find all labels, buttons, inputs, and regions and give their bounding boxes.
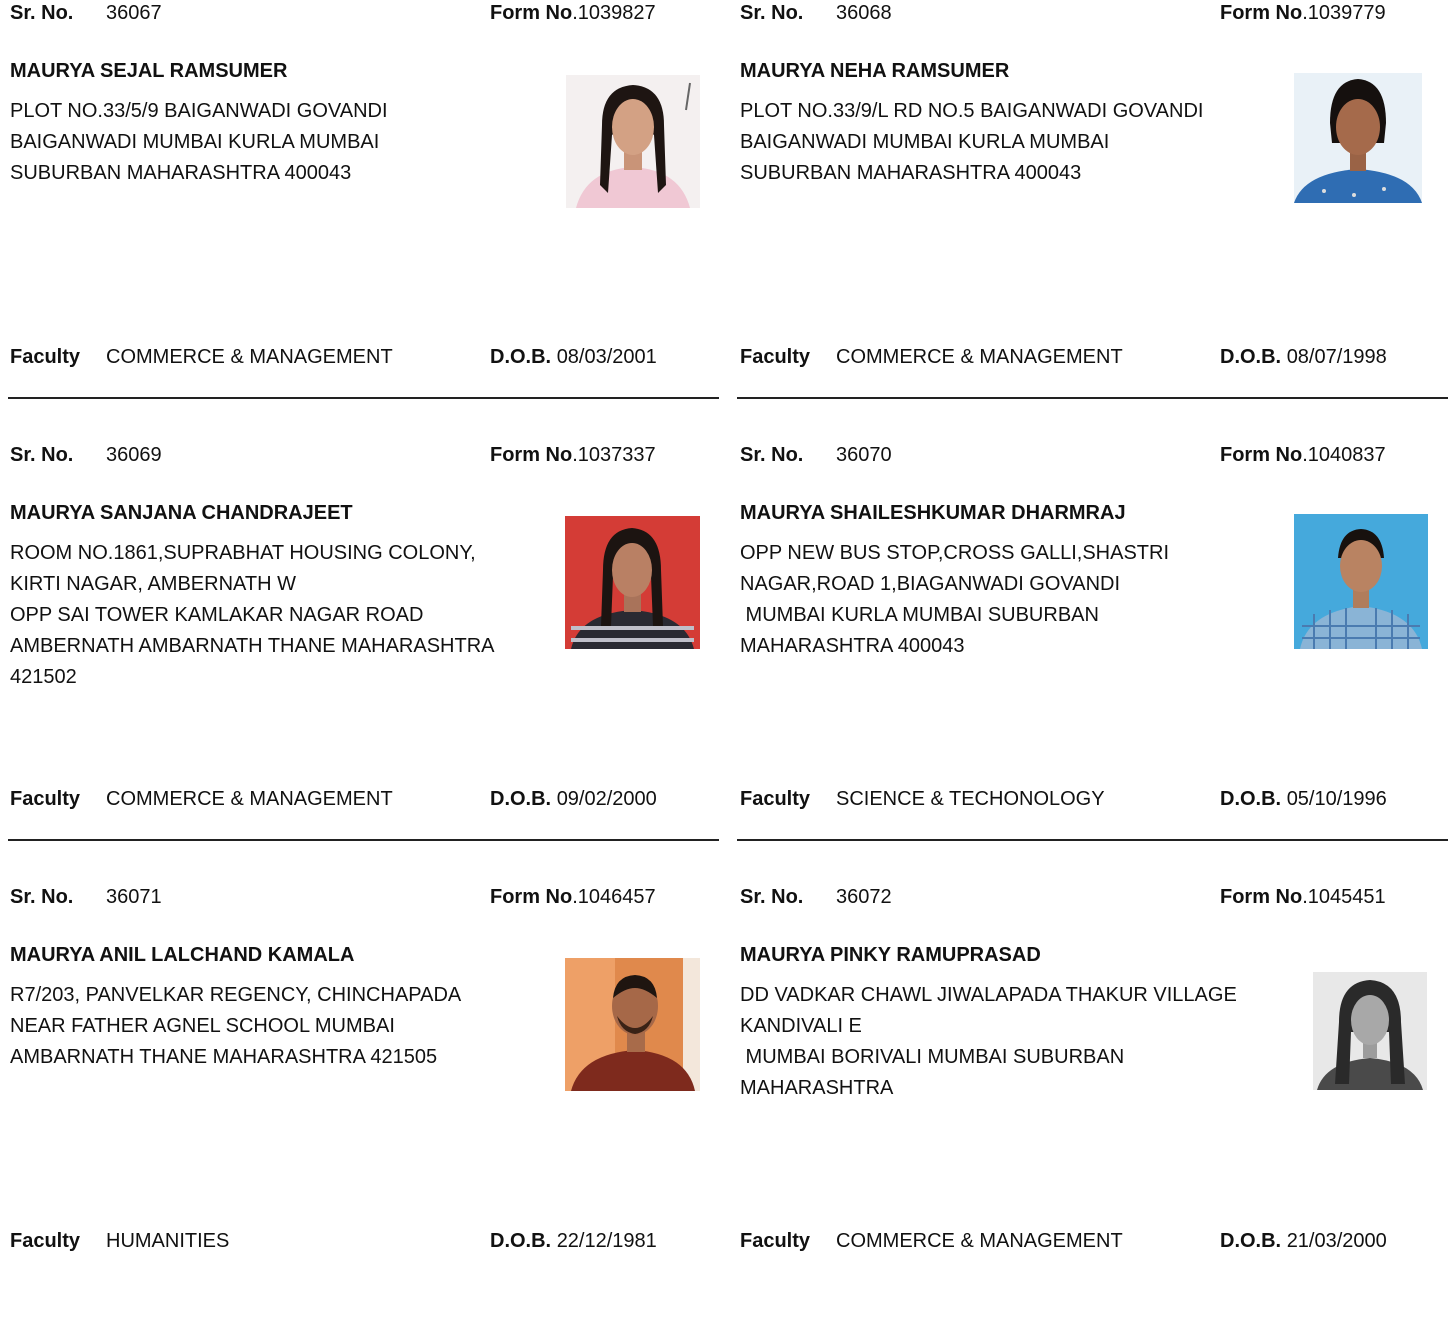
sr-no-label: Sr. No. — [10, 444, 74, 466]
address-line: PLOT NO.33/9/L RD NO.5 BAIGANWADI GOVAND… — [740, 100, 1204, 122]
dob-value: 22/12/1981 — [556, 1230, 657, 1252]
applicant-photo — [566, 75, 700, 208]
address-line: MAHARASHTRA — [740, 1077, 894, 1099]
address-line: SUBURBAN MAHARASHTRA 400043 — [740, 162, 1082, 184]
dob-value: 08/07/1998 — [1286, 346, 1387, 368]
applicant-name: MAURYA ANIL LALCHAND KAMALA — [10, 944, 355, 966]
form-no-label: Form No — [1220, 886, 1303, 908]
address-line: BAIGANWADI MUMBAI KURLA MUMBAI — [10, 131, 380, 153]
address-line: KIRTI NAGAR, AMBERNATH W — [10, 573, 296, 595]
address-line: DD VADKAR CHAWL JIWALAPADA THAKUR VILLAG… — [740, 984, 1237, 1006]
address-block: PLOT NO.33/9/L RD NO.5 BAIGANWADI GOVAND… — [740, 96, 1285, 189]
sr-no-value: 36068 — [836, 2, 892, 24]
sr-no-value: 36072 — [836, 886, 892, 908]
form-no-label: Form No — [490, 886, 573, 908]
faculty-value: COMMERCE & MANAGEMENT — [836, 1230, 1123, 1252]
address-line: MUMBAI BORIVALI MUMBAI SUBURBAN — [740, 1046, 1125, 1068]
form-no-label: Form No — [490, 444, 573, 466]
applicant-name: MAURYA SANJANA CHANDRAJEET — [10, 502, 353, 524]
form-no-label: Form No — [1220, 444, 1303, 466]
sr-no-value: 36070 — [836, 444, 892, 466]
form-no-value: .1040837 — [1302, 444, 1386, 466]
address-line: 421502 — [10, 666, 77, 688]
sr-no-value: 36071 — [106, 886, 162, 908]
form-no-value: .1045451 — [1302, 886, 1386, 908]
dob-value: 09/02/2000 — [556, 788, 657, 810]
dob-label: D.O.B. — [1220, 346, 1282, 368]
applicant-photo — [565, 958, 700, 1091]
applicant-name: MAURYA PINKY RAMUPRASAD — [740, 944, 1041, 966]
record-card: Sr. No. 36070 Form No.1040837 MAURYA SHAI… — [740, 442, 1452, 884]
record-card: Sr. No. 36067 Form No.1039827 MAURYA SEJA… — [10, 0, 722, 442]
address-line: R7/203, PANVELKAR REGENCY, CHINCHAPADA — [10, 984, 462, 1006]
faculty-label: Faculty — [740, 346, 811, 368]
faculty-value: COMMERCE & MANAGEMENT — [836, 346, 1123, 368]
address-line: BAIGANWADI MUMBAI KURLA MUMBAI — [740, 131, 1110, 153]
address-block: ROOM NO.1861,SUPRABHAT HOUSING COLONY, K… — [10, 538, 555, 693]
address-line: NAGAR,ROAD 1,BIAGANWADI GOVANDI — [740, 573, 1121, 595]
applicant-photo — [1294, 73, 1422, 203]
address-block: R7/203, PANVELKAR REGENCY, CHINCHAPADA N… — [10, 980, 555, 1073]
dob-label: D.O.B. — [1220, 1230, 1282, 1252]
faculty-label: Faculty — [740, 1230, 811, 1252]
form-no-value: .1039827 — [572, 2, 656, 24]
address-line: AMBERNATH AMBARNATH THANE MAHARASHTRA — [10, 635, 495, 657]
form-no-value: .1039779 — [1302, 2, 1386, 24]
sr-no-label: Sr. No. — [740, 444, 804, 466]
address-line: ROOM NO.1861,SUPRABHAT HOUSING COLONY, — [10, 542, 476, 564]
divider — [8, 839, 719, 841]
record-card: Sr. No. 36068 Form No.1039779 MAURYA NEHA… — [740, 0, 1452, 442]
address-line: PLOT NO.33/5/9 BAIGANWADI GOVANDI — [10, 100, 388, 122]
address-line: KANDIVALI E — [740, 1015, 862, 1037]
applicant-name: MAURYA SEJAL RAMSUMER — [10, 60, 288, 82]
faculty-value: COMMERCE & MANAGEMENT — [106, 788, 393, 810]
applicant-name: MAURYA NEHA RAMSUMER — [740, 60, 1010, 82]
applicant-name: MAURYA SHAILESHKUMAR DHARMRAJ — [740, 502, 1126, 524]
faculty-value: SCIENCE & TECHONOLOGY — [836, 788, 1105, 810]
address-line: MUMBAI KURLA MUMBAI SUBURBAN — [740, 604, 1099, 626]
dob-label: D.O.B. — [490, 1230, 552, 1252]
applicant-photo — [1313, 972, 1427, 1090]
sr-no-label: Sr. No. — [740, 2, 804, 24]
faculty-label: Faculty — [740, 788, 811, 810]
address-line: OPP SAI TOWER KAMLAKAR NAGAR ROAD — [10, 604, 424, 626]
divider — [737, 839, 1448, 841]
address-block: OPP NEW BUS STOP,CROSS GALLI,SHASTRI NAG… — [740, 538, 1285, 662]
sr-no-label: Sr. No. — [740, 886, 804, 908]
address-block: DD VADKAR CHAWL JIWALAPADA THAKUR VILLAG… — [740, 980, 1285, 1104]
sr-no-value: 36069 — [106, 444, 162, 466]
dob-label: D.O.B. — [1220, 788, 1282, 810]
dob-label: D.O.B. — [490, 346, 552, 368]
faculty-label: Faculty — [10, 346, 81, 368]
faculty-value: COMMERCE & MANAGEMENT — [106, 346, 393, 368]
record-card: Sr. No. 36071 Form No.1046457 MAURYA ANIL… — [10, 884, 722, 1326]
applicant-photo — [1294, 514, 1428, 649]
address-line: MAHARASHTRA 400043 — [740, 635, 965, 657]
faculty-label: Faculty — [10, 788, 81, 810]
divider — [737, 397, 1448, 399]
dob-value: 21/03/2000 — [1286, 1230, 1387, 1252]
form-no-value: .1037337 — [572, 444, 656, 466]
applicant-photo — [565, 516, 700, 649]
address-line: SUBURBAN MAHARASHTRA 400043 — [10, 162, 352, 184]
record-card: Sr. No. 36069 Form No.1037337 MAURYA SANJ… — [10, 442, 722, 884]
address-line: AMBARNATH THANE MAHARASHTRA 421505 — [10, 1046, 438, 1068]
address-line: OPP NEW BUS STOP,CROSS GALLI,SHASTRI — [740, 542, 1170, 564]
address-block: PLOT NO.33/5/9 BAIGANWADI GOVANDI BAIGAN… — [10, 96, 555, 189]
dob-value: 08/03/2001 — [556, 346, 657, 368]
sr-no-value: 36067 — [106, 2, 162, 24]
dob-value: 05/10/1996 — [1286, 788, 1387, 810]
faculty-label: Faculty — [10, 1230, 81, 1252]
address-line: NEAR FATHER AGNEL SCHOOL MUMBAI — [10, 1015, 395, 1037]
dob-label: D.O.B. — [490, 788, 552, 810]
sr-no-label: Sr. No. — [10, 2, 74, 24]
form-no-value: .1046457 — [572, 886, 656, 908]
sr-no-label: Sr. No. — [10, 886, 74, 908]
form-no-label: Form No — [1220, 2, 1303, 24]
faculty-value: HUMANITIES — [106, 1230, 230, 1252]
form-no-label: Form No — [490, 2, 573, 24]
divider — [8, 397, 719, 399]
record-card: Sr. No. 36072 Form No.1045451 MAURYA PINK… — [740, 884, 1452, 1326]
